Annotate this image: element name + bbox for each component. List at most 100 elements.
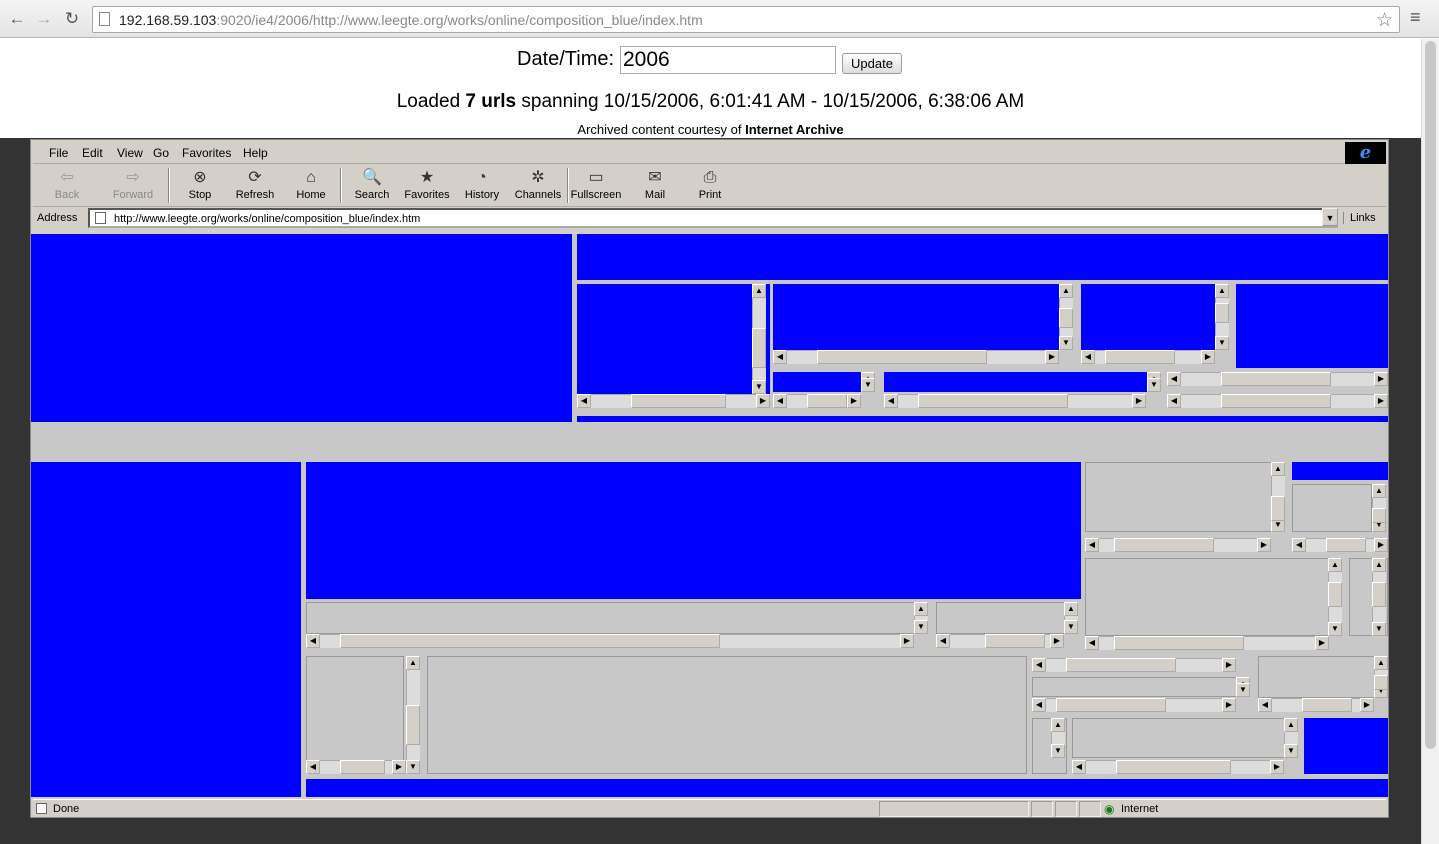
scroll-up-arrow-icon[interactable]: ▲ [1271, 462, 1285, 476]
bookmark-star-icon[interactable]: ☆ [1376, 9, 1393, 32]
scroll-left-arrow-icon[interactable]: ◀ [936, 634, 950, 648]
ie-back-button[interactable]: ⇦ Back [40, 167, 94, 205]
scrollbar-thumb[interactable] [1116, 760, 1231, 774]
scrollbar-thumb[interactable] [1056, 698, 1166, 712]
scroll-up-arrow-icon[interactable]: ▲ [1372, 558, 1386, 572]
scroll-right-arrow-icon[interactable]: ▶ [1222, 658, 1236, 672]
ie-history-button[interactable]: ◔ History [455, 167, 509, 205]
address-dropdown-icon[interactable]: ▼ [1322, 208, 1338, 226]
scroll-down-arrow-icon[interactable]: ▼ [914, 620, 928, 634]
scroll-left-arrow-icon[interactable]: ◀ [884, 394, 898, 408]
scroll-right-arrow-icon[interactable]: ▶ [1315, 636, 1329, 650]
update-button[interactable]: Update [842, 53, 902, 74]
scrollbar-thumb[interactable] [1221, 394, 1331, 408]
menu-view[interactable]: View [117, 146, 143, 160]
scroll-right-arrow-icon[interactable]: ▶ [1270, 760, 1284, 774]
menu-edit[interactable]: Edit [82, 146, 103, 160]
scrollbar-thumb[interactable] [1066, 658, 1176, 672]
scrollbar-thumb[interactable] [1302, 698, 1352, 712]
scroll-right-arrow-icon[interactable]: ▶ [1132, 394, 1146, 408]
scroll-up-arrow-icon[interactable]: ▲ [1059, 284, 1073, 298]
scroll-up-arrow-icon[interactable]: ▲ [406, 656, 420, 670]
address-bar[interactable]: 192.168.59.103:9020/ie4/2006/http://www.… [92, 6, 1400, 33]
scroll-up-arrow-icon[interactable]: ▲ [1064, 602, 1078, 616]
datetime-input[interactable] [620, 46, 836, 74]
scrollbar-thumb[interactable] [1372, 582, 1386, 607]
menu-help[interactable]: Help [243, 146, 268, 160]
scroll-left-arrow-icon[interactable]: ◀ [1072, 760, 1086, 774]
scroll-left-arrow-icon[interactable]: ◀ [773, 350, 787, 364]
scrollbar-thumb[interactable] [1059, 308, 1073, 328]
menu-favorites[interactable]: Favorites [182, 146, 231, 160]
ie-search-button[interactable]: 🔍 Search [345, 167, 399, 205]
ie-refresh-button[interactable]: ⟳ Refresh [228, 167, 282, 205]
reload-icon[interactable]: ↻ [61, 8, 83, 30]
scroll-down-arrow-icon[interactable]: ▼ [1284, 744, 1298, 758]
scrollbar-thumb[interactable] [1374, 675, 1388, 690]
page-scrollbar-thumb[interactable] [1425, 41, 1436, 749]
scroll-left-arrow-icon[interactable]: ◀ [577, 394, 591, 408]
ie-fullscreen-button[interactable]: ▭ Fullscreen [569, 167, 623, 205]
scroll-up-arrow-icon[interactable]: ▲ [1215, 284, 1229, 298]
scroll-down-arrow-icon[interactable]: ▼ [861, 378, 875, 392]
scroll-up-arrow-icon[interactable]: ▲ [1374, 656, 1388, 670]
courtesy-link[interactable]: Internet Archive [745, 122, 844, 137]
scrollbar-thumb[interactable] [406, 705, 420, 745]
page-scrollbar[interactable] [1421, 39, 1439, 844]
scroll-left-arrow-icon[interactable]: ◀ [1081, 350, 1095, 364]
scrollbar-thumb[interactable] [1114, 636, 1244, 650]
ie-home-button[interactable]: ⌂ Home [284, 167, 338, 205]
scroll-down-arrow-icon[interactable]: ▼ [1328, 622, 1342, 636]
scroll-left-arrow-icon[interactable]: ◀ [306, 634, 320, 648]
scroll-left-arrow-icon[interactable]: ◀ [1167, 372, 1181, 386]
scrollbar-thumb[interactable] [817, 350, 987, 364]
scroll-right-arrow-icon[interactable]: ▶ [1201, 350, 1215, 364]
scroll-down-arrow-icon[interactable]: ▼ [1372, 622, 1386, 636]
scroll-right-arrow-icon[interactable]: ▶ [1360, 698, 1374, 712]
scroll-up-arrow-icon[interactable]: ▲ [1372, 484, 1386, 498]
scroll-right-arrow-icon[interactable]: ▶ [847, 394, 861, 408]
scroll-right-arrow-icon[interactable]: ▶ [756, 394, 770, 408]
scroll-right-arrow-icon[interactable]: ▶ [1222, 698, 1236, 712]
scroll-down-arrow-icon[interactable]: ▼ [1147, 378, 1161, 392]
scroll-down-arrow-icon[interactable]: ▼ [406, 760, 420, 774]
scrollbar-thumb[interactable] [1271, 496, 1285, 521]
menu-icon[interactable]: ≡ [1410, 8, 1426, 26]
scroll-down-arrow-icon[interactable]: ▼ [1051, 744, 1065, 758]
scroll-up-arrow-icon[interactable]: ▲ [1051, 718, 1065, 732]
scrollbar-thumb[interactable] [752, 328, 766, 368]
scrollbar-thumb[interactable] [1105, 350, 1175, 364]
scroll-left-arrow-icon[interactable]: ◀ [1032, 698, 1046, 712]
scrollbar-thumb[interactable] [1221, 372, 1331, 386]
scroll-up-arrow-icon[interactable]: ▲ [1284, 718, 1298, 732]
scroll-down-arrow-icon[interactable]: ▼ [1215, 336, 1229, 350]
scroll-right-arrow-icon[interactable]: ▶ [1050, 634, 1064, 648]
scroll-up-arrow-icon[interactable]: ▲ [914, 602, 928, 616]
ie-mail-button[interactable]: ✉ Mail [628, 167, 682, 205]
scrollbar-thumb[interactable] [340, 634, 720, 648]
scroll-right-arrow-icon[interactable]: ▶ [1374, 394, 1388, 408]
scroll-up-arrow-icon[interactable]: ▲ [752, 284, 766, 298]
scroll-left-arrow-icon[interactable]: ◀ [1085, 538, 1099, 552]
scroll-right-arrow-icon[interactable]: ▶ [1374, 372, 1388, 386]
scrollbar-thumb[interactable] [918, 394, 1068, 408]
scroll-right-arrow-icon[interactable]: ▶ [1257, 538, 1271, 552]
scroll-left-arrow-icon[interactable]: ◀ [1032, 658, 1046, 672]
scrollbar-thumb[interactable] [1114, 538, 1214, 552]
scrollbar-thumb[interactable] [1326, 538, 1366, 552]
menu-file[interactable]: File [49, 146, 68, 160]
back-icon[interactable]: ← [6, 8, 28, 30]
scroll-down-arrow-icon[interactable]: ▼ [1064, 620, 1078, 634]
scrollbar-thumb[interactable] [1215, 303, 1229, 323]
scroll-left-arrow-icon[interactable]: ◀ [306, 760, 320, 774]
ie-favorites-button[interactable]: ★ Favorites [400, 167, 454, 205]
scroll-left-arrow-icon[interactable]: ◀ [1292, 538, 1306, 552]
scroll-right-arrow-icon[interactable]: ▶ [1045, 350, 1059, 364]
ie-address-input[interactable]: http://www.leegte.org/works/online/compo… [88, 208, 1338, 228]
scroll-left-arrow-icon[interactable]: ◀ [1167, 394, 1181, 408]
scroll-left-arrow-icon[interactable]: ◀ [773, 394, 787, 408]
scroll-down-arrow-icon[interactable]: ▼ [1236, 683, 1250, 697]
scrollbar-thumb[interactable] [340, 760, 385, 774]
scrollbar-thumb[interactable] [1372, 508, 1386, 523]
scroll-left-arrow-icon[interactable]: ◀ [1085, 636, 1099, 650]
